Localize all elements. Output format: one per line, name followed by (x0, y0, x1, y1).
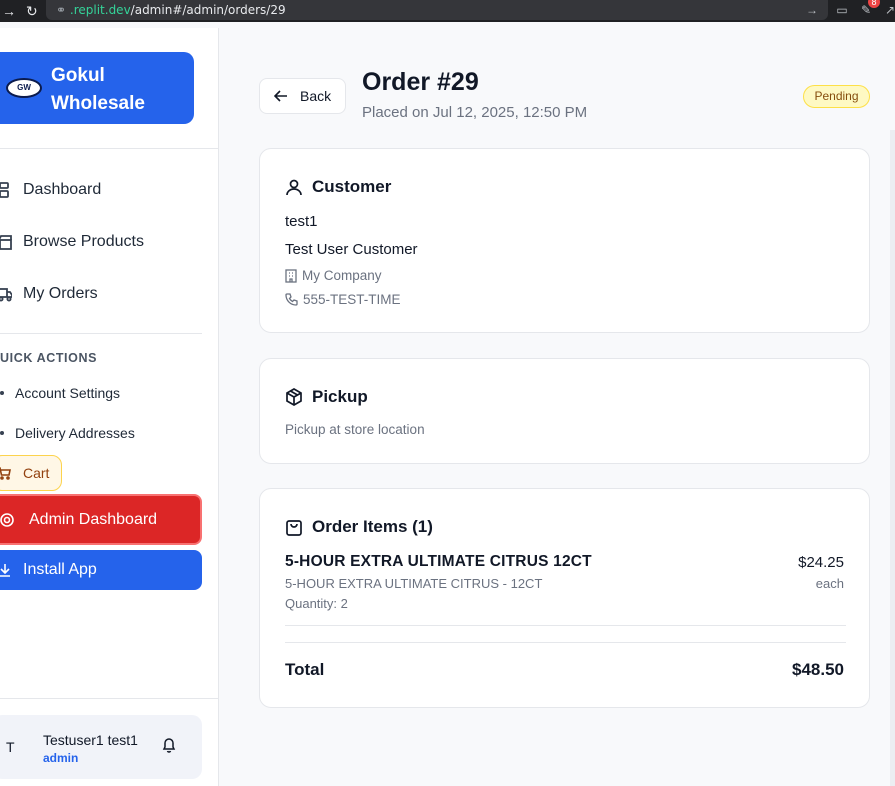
pickup-text: Pickup at store location (285, 422, 425, 437)
screen-cast-icon[interactable]: ▭ (834, 2, 850, 18)
item-price-unit: each (815, 576, 844, 591)
brand-logo-icon: GW (6, 78, 42, 98)
divider (0, 148, 219, 149)
order-items-card: Order Items (1) 5-HOUR EXTRA ULTIMATE CI… (259, 488, 870, 708)
bell-icon[interactable] (162, 737, 176, 753)
order-placed-date: Placed on Jul 12, 2025, 12:50 PM (362, 104, 588, 121)
store-icon (0, 234, 12, 250)
nav-item-label: My Orders (23, 285, 98, 302)
item-name: 5-HOUR EXTRA ULTIMATE CITRUS 12CT (285, 553, 592, 570)
user-icon (285, 178, 303, 196)
brand-name: Gokul Wholesale (51, 65, 145, 114)
total-value: $48.50 (792, 660, 844, 679)
quick-action-label: Delivery Addresses (15, 425, 135, 441)
customer-card: Customer test1 Test User Customer My Com… (259, 148, 870, 333)
divider (285, 625, 846, 626)
install-app-label: Install App (23, 561, 97, 578)
cart-label: Cart (23, 465, 50, 481)
item-description: 5-HOUR EXTRA ULTIMATE CITRUS - 12CT (285, 576, 543, 591)
shopping-bag-icon (285, 518, 303, 536)
pickup-card: Pickup Pickup at store location (259, 358, 870, 464)
quick-action-account-settings[interactable]: Account Settings (0, 381, 120, 405)
url-host: .replit.dev (69, 3, 131, 17)
admin-dashboard-button[interactable]: Admin Dashboard (0, 494, 202, 545)
bullet-icon (0, 431, 4, 435)
reload-icon[interactable]: ↻ (26, 3, 38, 20)
brand-logo-block[interactable]: GW Gokul Wholesale (0, 52, 194, 124)
back-label: Back (300, 88, 332, 104)
phone-icon (285, 293, 298, 306)
page-title: Order #29 (362, 68, 479, 96)
url-path: /admin#/admin/orders/29 (130, 3, 286, 17)
install-app-button[interactable]: Install App (0, 550, 202, 590)
divider (0, 333, 202, 334)
address-bar[interactable]: ⚭ .replit.dev/admin#/admin/orders/29 → (46, 0, 828, 20)
status-badge: Pending (803, 85, 870, 108)
building-icon (285, 268, 297, 283)
customer-company: My Company (285, 268, 382, 283)
quick-action-delivery-addresses[interactable]: Delivery Addresses (0, 421, 135, 445)
item-price: $24.25 (798, 554, 844, 571)
item-quantity: Quantity: 2 (285, 596, 348, 611)
forward-arrow-icon[interactable]: → (2, 3, 16, 19)
extension-badge: 8 (868, 0, 880, 8)
customer-heading: Customer (285, 177, 391, 197)
nav-item-my-orders[interactable]: My Orders (0, 274, 200, 314)
nav-item-dashboard[interactable]: Dashboard (0, 170, 200, 210)
divider (0, 698, 219, 699)
bullet-icon (0, 391, 4, 395)
total-label: Total (285, 660, 325, 679)
link-icon: ⚭ (56, 3, 67, 17)
nav-item-browse-products[interactable]: Browse Products (0, 222, 200, 262)
quick-actions-heading: UICK ACTIONS (0, 351, 98, 365)
nav-item-label: Dashboard (23, 181, 102, 198)
back-button[interactable]: Back (259, 78, 346, 114)
external-link-icon[interactable]: ↗ (882, 2, 895, 18)
customer-full-name: Test User Customer (285, 241, 418, 258)
gear-icon (0, 512, 15, 528)
package-icon (285, 388, 303, 406)
customer-username: test1 (285, 213, 318, 230)
browser-toolbar: → ↻ ⚭ .replit.dev/admin#/admin/orders/29… (0, 0, 895, 22)
divider (285, 642, 846, 643)
avatar: T (6, 739, 15, 755)
customer-phone: 555-TEST-TIME (285, 292, 401, 307)
arrow-left-icon (274, 90, 288, 102)
user-role: admin (43, 751, 79, 765)
pickup-heading: Pickup (285, 387, 368, 407)
page-edge (890, 130, 895, 786)
order-items-heading: Order Items (1) (285, 517, 433, 537)
sidebar: GW Gokul Wholesale Dashboard Browse Prod… (0, 28, 219, 786)
cart-button[interactable]: Cart (0, 455, 62, 491)
nav-item-label: Browse Products (23, 233, 144, 250)
share-arrow-icon[interactable]: → (804, 2, 820, 18)
cart-icon (0, 466, 11, 480)
admin-dashboard-label: Admin Dashboard (29, 510, 158, 528)
truck-icon (0, 286, 12, 302)
user-profile-card[interactable]: T Testuser1 test1 admin (0, 715, 202, 779)
quick-action-label: Account Settings (15, 385, 121, 401)
download-icon (0, 563, 11, 577)
dashboard-icon (0, 182, 12, 198)
user-name: Testuser1 test1 (43, 732, 138, 748)
